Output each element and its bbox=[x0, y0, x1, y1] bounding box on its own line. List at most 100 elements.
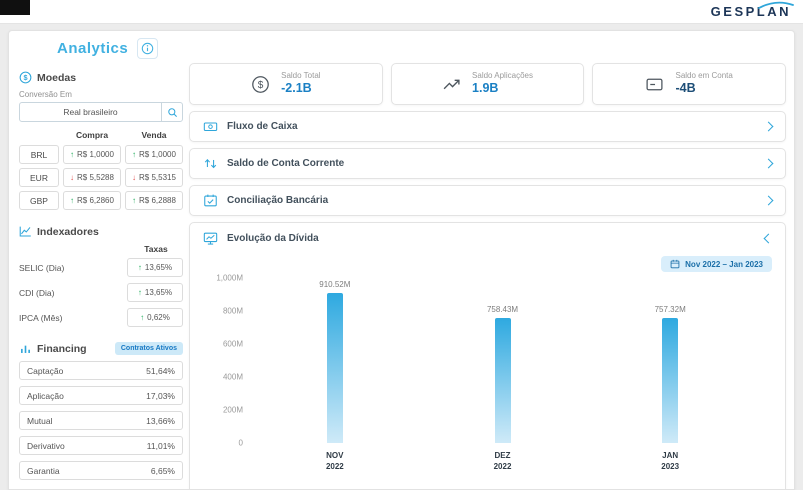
accordion-fluxo-de-caixa[interactable]: Fluxo de Caixa bbox=[189, 111, 786, 142]
financing-row-aplicacao: Aplicação 17,03% bbox=[19, 386, 183, 405]
calendar-check-icon bbox=[204, 194, 217, 207]
coin-icon: $ bbox=[19, 71, 32, 84]
bar-dez-2022 bbox=[494, 317, 511, 443]
monitor-chart-icon bbox=[203, 232, 218, 245]
trend-up-icon bbox=[443, 79, 460, 89]
moedas-title: Moedas bbox=[37, 71, 77, 84]
account-card-icon bbox=[646, 78, 664, 90]
financing-row-garantia: Garantia 6,65% bbox=[19, 461, 183, 480]
currency-eur-compra: ↓ R$ 5,5288 bbox=[63, 168, 121, 187]
currency-search[interactable]: Real brasileiro bbox=[19, 102, 183, 122]
calendar-icon bbox=[670, 259, 680, 269]
bar-group-nov-2022: 910.52M bbox=[251, 278, 419, 443]
chevron-right-icon bbox=[763, 195, 774, 206]
accordion-evolucao-da-divida[interactable]: Evolução da Dívida bbox=[203, 223, 774, 254]
indexadores-title: Indexadores bbox=[37, 225, 99, 238]
saldo-aplicacoes-label: Saldo Aplicações bbox=[472, 71, 533, 81]
card-saldo-aplicacoes: Saldo Aplicações 1.9B bbox=[390, 63, 585, 105]
page-header: Analytics bbox=[57, 38, 159, 59]
svg-text:$: $ bbox=[258, 80, 264, 91]
saldo-total-label: Saldo Total bbox=[281, 71, 321, 81]
bar-nov-2022 bbox=[326, 292, 343, 443]
x-label-jan-2023: JAN 2023 bbox=[661, 451, 680, 472]
conversion-label: Conversão Em bbox=[19, 90, 72, 99]
banknote-icon bbox=[203, 122, 218, 131]
sidebar: $ Moedas Conversão Em Real brasileiro Co… bbox=[19, 65, 183, 486]
indexadores-section-header: Indexadores bbox=[19, 225, 183, 238]
currency-table: Compra Venda BRL ↑ R$ 1,0000 ↑ R$ 1,0000… bbox=[19, 130, 183, 210]
chevron-left-icon bbox=[763, 233, 774, 244]
bar-value-label: 910.52M bbox=[319, 279, 351, 289]
page-title: Analytics bbox=[57, 40, 129, 57]
up-arrow-icon: ↑ bbox=[70, 150, 75, 159]
top-bar: GESPLAN bbox=[0, 0, 803, 24]
x-axis-labels: NOV 2022 DEZ 2022 JAN 2023 bbox=[251, 450, 754, 472]
currency-eur-venda: ↓ R$ 5,5315 bbox=[125, 168, 183, 187]
bar-value-label: 757.32M bbox=[654, 305, 686, 315]
index-row-ipca: IPCA (Mês) ↑ 0,62% bbox=[19, 308, 183, 327]
column-header-venda: Venda bbox=[141, 130, 167, 140]
x-label-nov-2022: NOV 2022 bbox=[325, 451, 344, 472]
index-row-selic: SELIC (Dia) ↑ 13,65% bbox=[19, 258, 183, 277]
currency-brl-compra: ↑ R$ 1,0000 bbox=[63, 145, 121, 164]
index-row-cdi: CDI (Dia) ↑ 13,65% bbox=[19, 283, 183, 302]
summary-cards: $ Saldo Total -2.1B Saldo Aplicações 1.9… bbox=[189, 63, 787, 105]
financing-title: Financing bbox=[37, 342, 87, 355]
chevron-right-icon bbox=[763, 121, 774, 132]
transfer-arrows-icon bbox=[204, 159, 217, 169]
card-saldo-total: $ Saldo Total -2.1B bbox=[189, 63, 383, 105]
info-button[interactable] bbox=[137, 38, 159, 59]
date-range-label: Nov 2022 – Jan 2023 bbox=[685, 259, 763, 269]
y-axis: 1,000M 800M 600M 400M 200M 0 bbox=[216, 273, 243, 448]
currency-gbp-compra: ↑ R$ 6,2860 bbox=[63, 191, 121, 210]
currency-gbp-venda: ↑ R$ 6,2888 bbox=[125, 191, 183, 210]
up-arrow-icon: ↑ bbox=[132, 150, 137, 159]
saldo-aplicacoes-value: 1.9B bbox=[472, 81, 499, 96]
up-arrow-icon: ↑ bbox=[70, 196, 75, 205]
financing-section-header: Financing Contratos Ativos bbox=[19, 342, 183, 355]
gesplan-logo: GESPLAN bbox=[711, 1, 794, 19]
down-arrow-icon: ↓ bbox=[70, 173, 75, 182]
dashboard-card: Analytics $ Moedas Conversão Em Real bra… bbox=[8, 30, 795, 490]
dollar-circle-icon: $ bbox=[252, 75, 269, 93]
bar-group-dez-2022: 758.43M bbox=[419, 278, 587, 443]
saldo-em-conta-label: Saldo em Conta bbox=[675, 71, 733, 81]
index-value: ↑ 13,65% bbox=[127, 283, 183, 302]
saldo-total-value: -2.1B bbox=[281, 81, 312, 96]
contratos-ativos-badge[interactable]: Contratos Ativos bbox=[114, 342, 183, 355]
plot-area: 910.52M 758.43M 757.32M bbox=[251, 278, 754, 443]
card-saldo-em-conta: Saldo em Conta -4B bbox=[592, 63, 787, 105]
bar-group-jan-2023: 757.32M bbox=[586, 278, 754, 443]
up-arrow-icon: ↑ bbox=[132, 196, 137, 205]
currency-search-value[interactable]: Real brasileiro bbox=[20, 103, 161, 121]
currency-search-button[interactable] bbox=[161, 103, 182, 121]
date-range-row: Nov 2022 – Jan 2023 bbox=[203, 256, 772, 272]
info-icon bbox=[141, 42, 154, 55]
date-range-picker[interactable]: Nov 2022 – Jan 2023 bbox=[661, 256, 772, 272]
up-arrow-icon: ↑ bbox=[137, 263, 142, 272]
financing-row-mutual: Mutual 13,66% bbox=[19, 411, 183, 430]
line-chart-icon bbox=[19, 226, 31, 237]
svg-text:$: $ bbox=[23, 73, 27, 82]
up-arrow-icon: ↑ bbox=[140, 313, 145, 322]
debt-evolution-panel: Evolução da Dívida Nov 2022 – Jan 2023 1 bbox=[189, 222, 786, 489]
bars-icon bbox=[21, 345, 30, 353]
window-corner bbox=[0, 0, 30, 15]
x-label-dez-2022: DEZ 2022 bbox=[493, 451, 512, 472]
debt-panel-title: Evolução da Dívida bbox=[227, 233, 319, 244]
logo-swoosh-icon bbox=[758, 1, 794, 9]
down-arrow-icon: ↓ bbox=[132, 173, 137, 182]
column-header-compra: Compra bbox=[75, 130, 109, 140]
financing-row-derivativo: Derivativo 11,01% bbox=[19, 436, 183, 455]
financing-row-captacao: Captação 51,64% bbox=[19, 361, 183, 380]
bar-jan-2023 bbox=[662, 318, 679, 443]
accordion-saldo-conta-corrente[interactable]: Saldo de Conta Corrente bbox=[189, 148, 786, 179]
index-value: ↑ 13,65% bbox=[127, 258, 183, 277]
moedas-section-header: $ Moedas bbox=[19, 71, 183, 84]
currency-code-gbp: GBP bbox=[19, 191, 59, 210]
currency-code-brl: BRL bbox=[19, 145, 59, 164]
up-arrow-icon: ↑ bbox=[137, 288, 142, 297]
main-content: $ Saldo Total -2.1B Saldo Aplicações 1.9… bbox=[189, 63, 787, 489]
accordion-conciliacao-bancaria[interactable]: Conciliação Bancária bbox=[189, 185, 786, 216]
debt-bar-chart: 1,000M 800M 600M 400M 200M 0 910.52M 758… bbox=[203, 273, 772, 478]
